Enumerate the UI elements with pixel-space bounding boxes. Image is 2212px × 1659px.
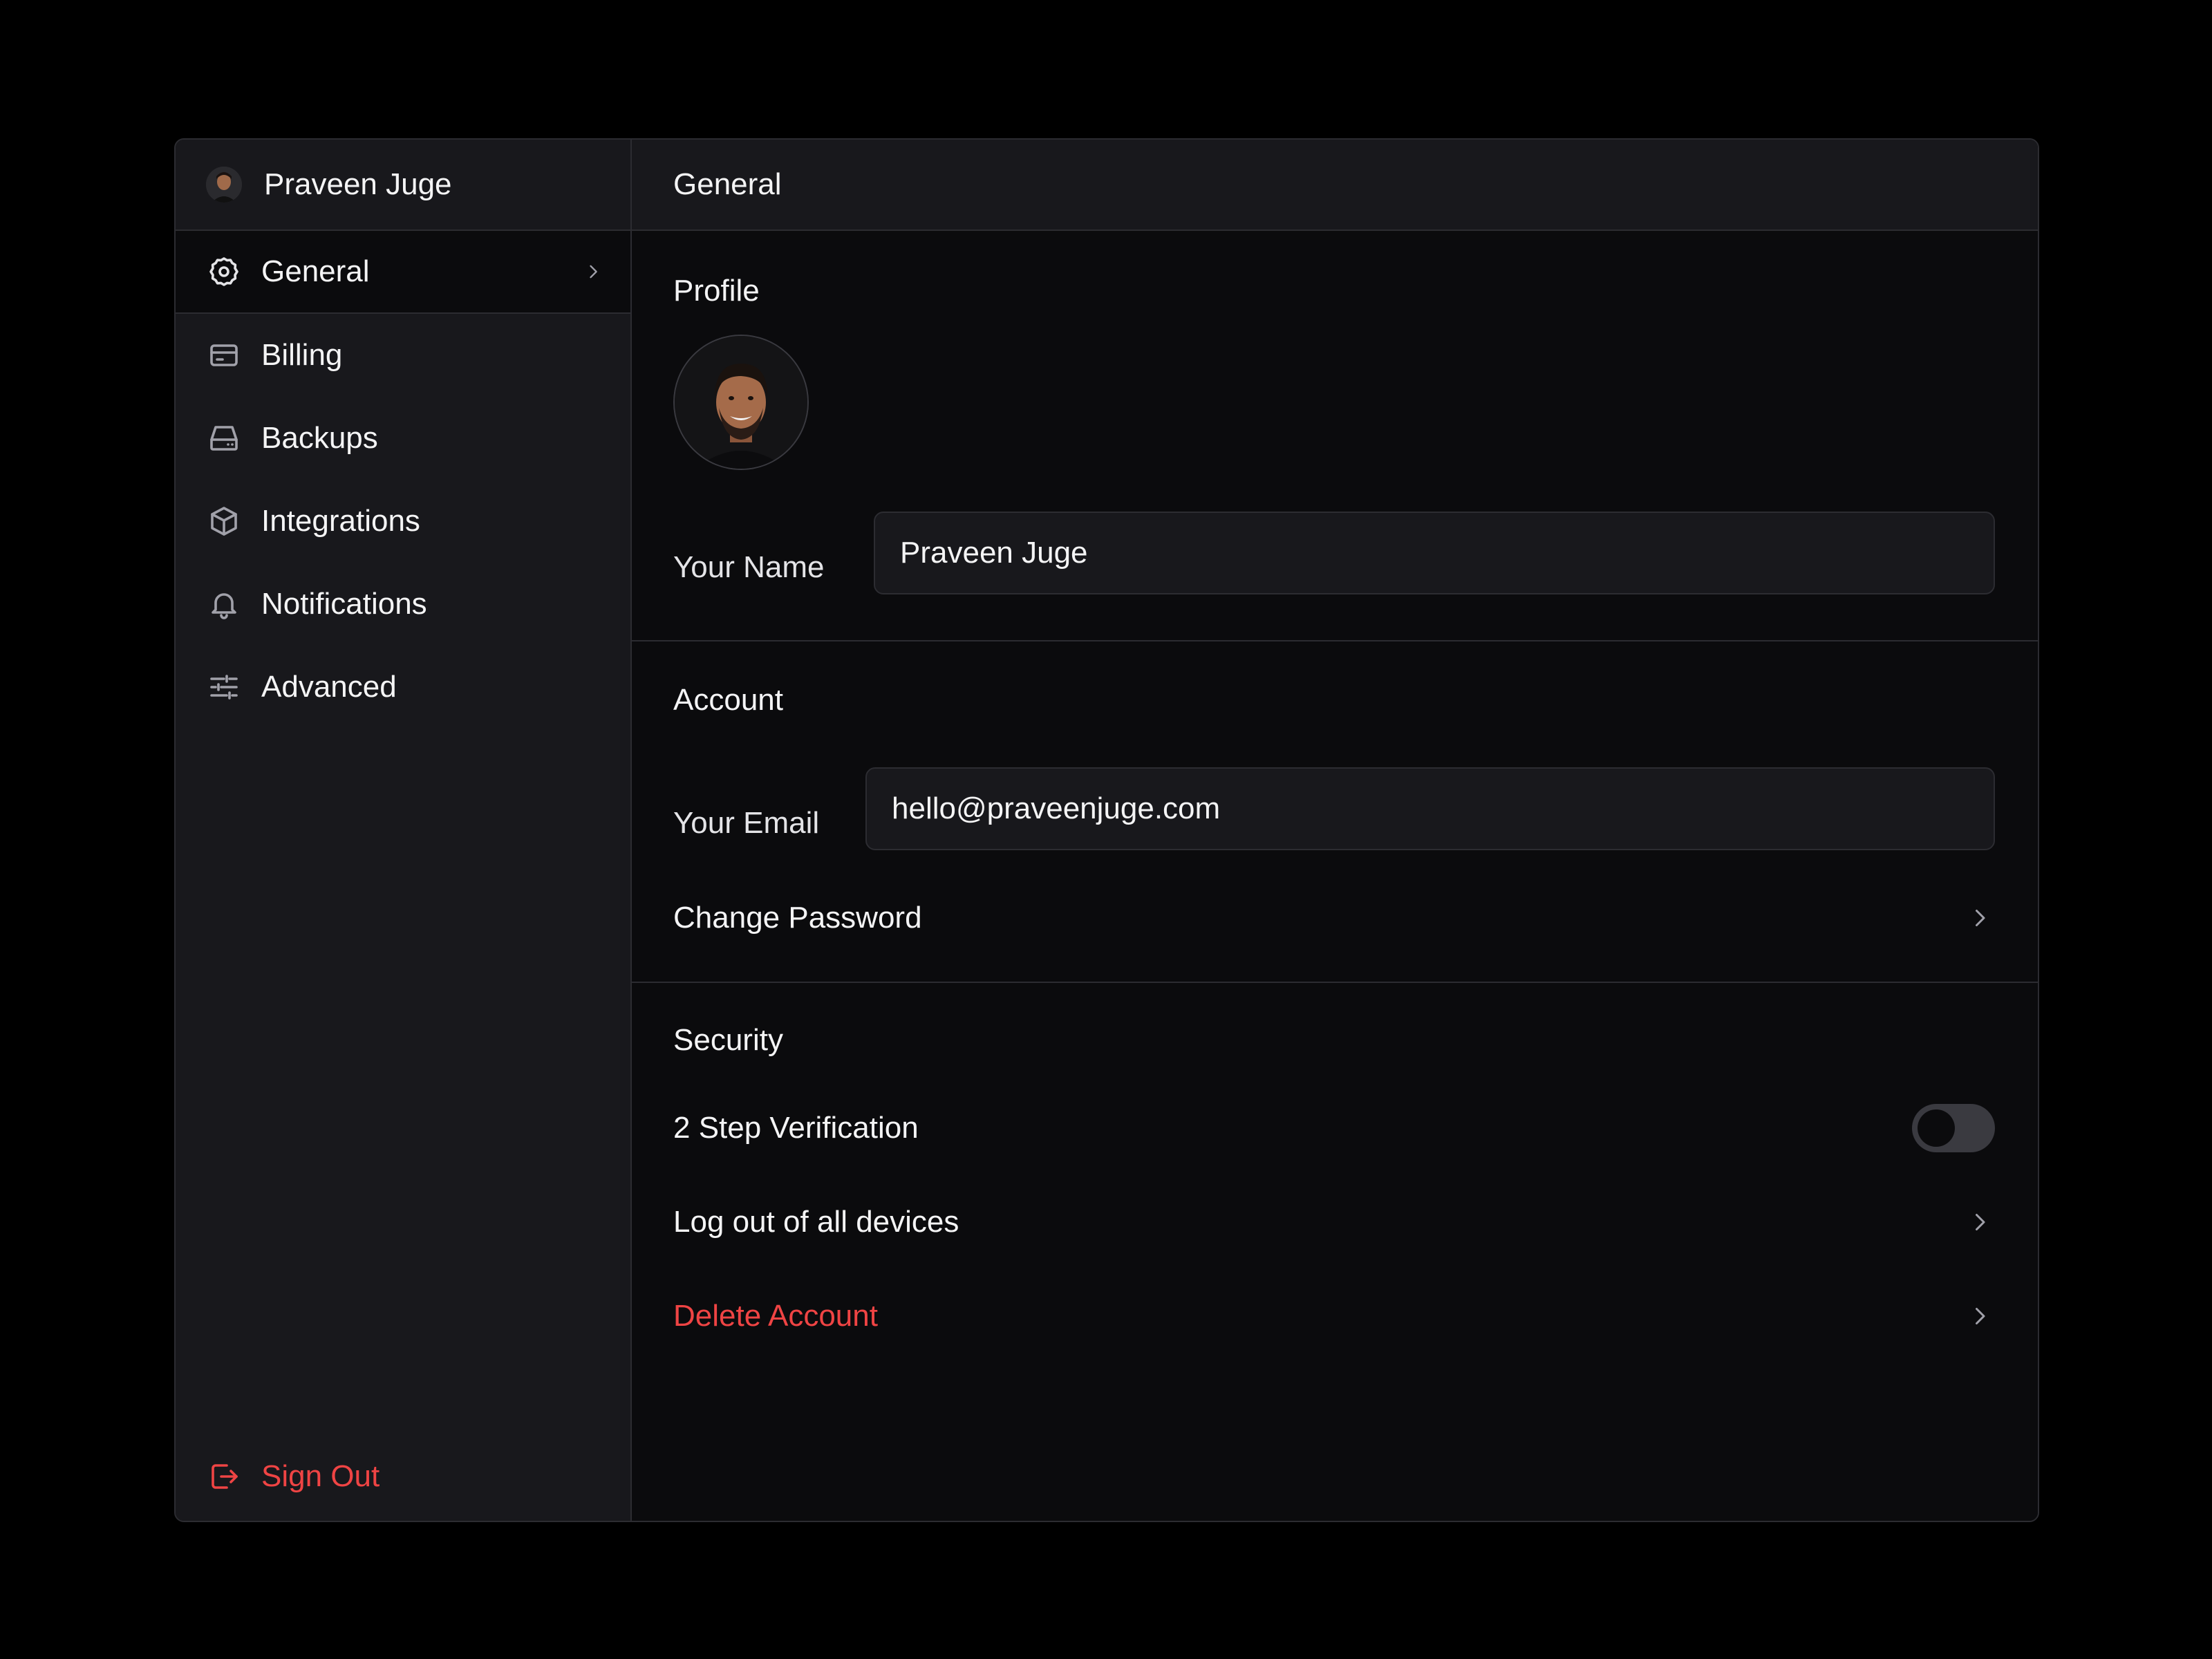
two-step-label: 2 Step Verification xyxy=(673,1111,919,1145)
sidebar-item-advanced[interactable]: Advanced xyxy=(176,646,630,729)
sidebar-item-backups[interactable]: Backups xyxy=(176,397,630,480)
gear-icon xyxy=(206,254,242,290)
chevron-right-icon xyxy=(1965,1301,1995,1331)
delete-account-row[interactable]: Delete Account xyxy=(673,1288,1995,1344)
avatar xyxy=(206,167,242,203)
sidebar-item-label: Notifications xyxy=(261,587,427,621)
sidebar-user[interactable]: Praveen Juge xyxy=(176,140,630,231)
sidebar-item-integrations[interactable]: Integrations xyxy=(176,480,630,563)
sidebar-item-billing[interactable]: Billing xyxy=(176,314,630,397)
account-section: Account Your Email hello@praveenjuge.com… xyxy=(632,641,2038,983)
email-label: Your Email xyxy=(673,806,820,840)
sidebar-item-label: Backups xyxy=(261,421,378,455)
account-title: Account xyxy=(673,683,783,717)
delete-account-label: Delete Account xyxy=(673,1299,878,1333)
change-password-label: Change Password xyxy=(673,901,922,935)
sidebar-item-label: General xyxy=(261,254,370,288)
two-step-toggle[interactable] xyxy=(1912,1104,1995,1152)
logout-all-label: Log out of all devices xyxy=(673,1205,959,1239)
bell-icon xyxy=(206,586,242,622)
main-content: General Profile Your Name Praveen Juge A… xyxy=(632,140,2038,1521)
sidebar-item-label: Integrations xyxy=(261,504,420,538)
sidebar-item-label: Billing xyxy=(261,338,343,372)
security-section: Security 2 Step Verification Log out of … xyxy=(632,983,2038,1521)
change-password-row[interactable]: Change Password xyxy=(673,890,1995,946)
sidebar-item-label: Advanced xyxy=(261,670,397,704)
settings-window: Praveen Juge General Billing Backups Int… xyxy=(174,138,2039,1522)
profile-section: Profile Your Name Praveen Juge xyxy=(632,231,2038,641)
two-step-row: 2 Step Verification xyxy=(673,1100,1995,1156)
logout-all-row[interactable]: Log out of all devices xyxy=(673,1194,1995,1250)
profile-title: Profile xyxy=(673,274,760,308)
sidebar-item-general[interactable]: General xyxy=(176,231,630,314)
sign-out-icon xyxy=(206,1459,242,1494)
sign-out-button[interactable]: Sign Out xyxy=(206,1459,379,1494)
sidebar-nav: General Billing Backups Integrations Not… xyxy=(176,231,630,729)
sliders-icon xyxy=(206,669,242,705)
cube-icon xyxy=(206,503,242,539)
security-title: Security xyxy=(673,1023,783,1057)
toggle-knob xyxy=(1918,1109,1955,1147)
chevron-right-icon xyxy=(1965,903,1995,933)
page-title: General xyxy=(673,167,782,201)
hard-drive-icon xyxy=(206,420,242,456)
name-label: Your Name xyxy=(673,550,825,584)
profile-avatar[interactable] xyxy=(673,335,809,470)
sidebar-user-name: Praveen Juge xyxy=(264,167,452,201)
email-field[interactable]: hello@praveenjuge.com xyxy=(865,767,1995,850)
sidebar-item-notifications[interactable]: Notifications xyxy=(176,563,630,646)
name-field[interactable]: Praveen Juge xyxy=(874,512,1995,594)
sign-out-label: Sign Out xyxy=(261,1459,380,1493)
chevron-right-icon xyxy=(579,258,607,285)
credit-card-icon xyxy=(206,337,242,373)
main-header: General xyxy=(632,140,2038,231)
sidebar: Praveen Juge General Billing Backups Int… xyxy=(176,140,632,1521)
chevron-right-icon xyxy=(1965,1207,1995,1237)
